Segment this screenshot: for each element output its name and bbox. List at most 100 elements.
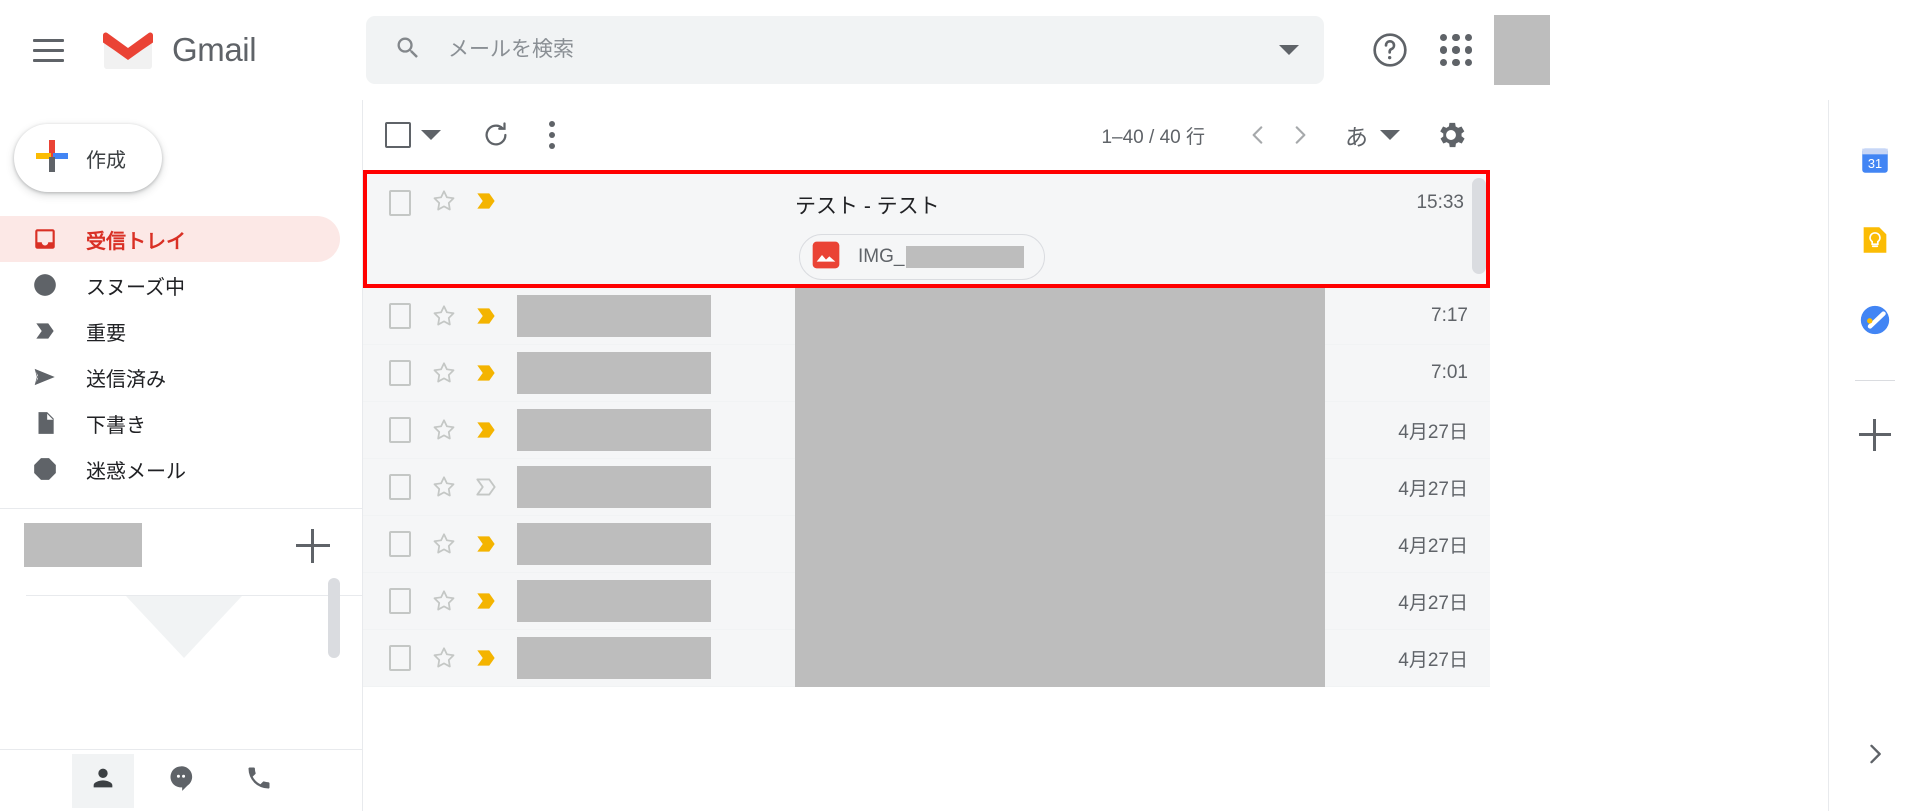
sidebar-item-label: 送信済み bbox=[86, 368, 166, 391]
table-row[interactable]: 4月27日 bbox=[363, 572, 1490, 630]
star-outline-icon[interactable] bbox=[431, 474, 457, 500]
important-chevron-outline-icon[interactable] bbox=[473, 474, 499, 500]
hangouts-tab-chat[interactable] bbox=[150, 754, 212, 808]
compose-button[interactable]: 作成 bbox=[14, 124, 162, 192]
chevron-left-icon[interactable] bbox=[1237, 114, 1279, 156]
google-tasks-icon[interactable] bbox=[1855, 300, 1895, 340]
star-outline-icon[interactable] bbox=[431, 360, 457, 386]
sidebar-item-important[interactable]: 重要 bbox=[0, 308, 340, 354]
star-outline-icon[interactable] bbox=[431, 645, 457, 671]
add-app-plus-icon[interactable] bbox=[1858, 419, 1891, 451]
gear-icon[interactable] bbox=[1434, 118, 1468, 152]
clock-icon bbox=[30, 270, 60, 300]
star-outline-icon[interactable] bbox=[431, 588, 457, 614]
input-tool-label: あ bbox=[1345, 124, 1368, 150]
important-chevron-icon[interactable] bbox=[473, 417, 499, 443]
table-row[interactable]: 4月27日 bbox=[363, 401, 1490, 459]
mail-date: 4月27日 bbox=[1398, 421, 1468, 443]
refresh-icon[interactable] bbox=[481, 120, 511, 150]
featured-row-line: テスト - テスト 15:33 bbox=[367, 174, 1486, 232]
row-checkbox[interactable] bbox=[389, 645, 411, 671]
select-all-checkbox[interactable] bbox=[385, 122, 411, 148]
side-apps-divider bbox=[1854, 380, 1895, 381]
sidebar-item-drafts[interactable]: 下書き bbox=[0, 400, 340, 446]
plus-icon bbox=[14, 136, 72, 181]
row-checkbox[interactable] bbox=[389, 303, 411, 329]
important-chevron-icon[interactable] bbox=[473, 188, 499, 219]
attachment-name: IMG_ bbox=[858, 246, 1025, 268]
mail-date: 7:01 bbox=[1431, 362, 1468, 383]
hangouts-header bbox=[0, 509, 362, 595]
subject-redacted bbox=[795, 458, 1325, 516]
mail-list-scrollbar[interactable] bbox=[1472, 178, 1486, 274]
sender-redacted bbox=[517, 295, 711, 337]
sidebar-item-snoozed[interactable]: スヌーズ中 bbox=[0, 262, 340, 308]
select-all-chevron-down-icon[interactable] bbox=[421, 130, 441, 140]
chevron-right-icon[interactable] bbox=[1279, 114, 1321, 156]
mail-toolbar: 1–40 / 40 行 あ bbox=[363, 100, 1490, 170]
important-chevron-icon[interactable] bbox=[473, 360, 499, 386]
table-row[interactable]: 4月27日 bbox=[363, 629, 1490, 687]
hangouts-tab-contacts[interactable] bbox=[72, 753, 134, 808]
subject-redacted bbox=[795, 572, 1325, 630]
search-bar[interactable] bbox=[366, 16, 1324, 84]
important-chevron-icon[interactable] bbox=[473, 303, 499, 329]
sidebar-item-label: 重要 bbox=[86, 322, 126, 345]
mail-date: 7:17 bbox=[1431, 305, 1468, 326]
subject-redacted bbox=[795, 344, 1325, 402]
sender-redacted bbox=[517, 580, 711, 622]
important-chevron-icon[interactable] bbox=[473, 531, 499, 557]
table-row-featured[interactable]: テスト - テスト 15:33 IMG_ bbox=[363, 170, 1490, 288]
google-calendar-icon[interactable]: 31 bbox=[1855, 140, 1895, 180]
table-row[interactable]: 7:01 bbox=[363, 344, 1490, 402]
more-vertical-icon[interactable] bbox=[547, 121, 557, 149]
star-outline-icon[interactable] bbox=[431, 188, 457, 219]
star-outline-icon[interactable] bbox=[431, 303, 457, 329]
sidebar: 作成 受信トレイ スヌーズ中 重要 送信済み 下書き 迷惑メール bbox=[0, 100, 362, 811]
avatar[interactable] bbox=[1494, 15, 1550, 85]
input-tool-selector[interactable]: あ bbox=[1345, 118, 1400, 152]
hangouts-account-name bbox=[24, 523, 142, 567]
sidebar-item-sent[interactable]: 送信済み bbox=[0, 354, 340, 400]
row-checkbox[interactable] bbox=[389, 588, 411, 614]
sidebar-item-label: 受信トレイ bbox=[86, 230, 186, 253]
row-checkbox[interactable] bbox=[389, 360, 411, 386]
mail-date: 4月27日 bbox=[1398, 649, 1468, 671]
star-outline-icon[interactable] bbox=[431, 417, 457, 443]
table-row[interactable]: 7:17 bbox=[363, 287, 1490, 345]
row-checkbox[interactable] bbox=[389, 417, 411, 443]
mail-list: テスト - テスト 15:33 IMG_ 7:17 7:01 4月27日 4月2… bbox=[363, 170, 1490, 687]
chevron-down-icon[interactable] bbox=[1264, 16, 1314, 84]
hamburger-menu-icon[interactable] bbox=[18, 20, 78, 80]
help-circle-icon[interactable] bbox=[1366, 26, 1414, 74]
hangouts-tabs bbox=[0, 749, 362, 811]
sender-redacted bbox=[517, 523, 711, 565]
person-icon bbox=[89, 764, 117, 797]
attachment-name-redacted bbox=[906, 246, 1025, 268]
mail-date: 4月27日 bbox=[1398, 535, 1468, 557]
search-input[interactable] bbox=[448, 38, 1264, 62]
hangouts-scrollbar[interactable] bbox=[328, 578, 340, 658]
sidebar-item-label: 下書き bbox=[86, 414, 146, 437]
toolbar-right-group: 1–40 / 40 行 あ bbox=[1101, 114, 1476, 156]
important-chevron-icon[interactable] bbox=[473, 645, 499, 671]
expand-panel-chevron-right-icon[interactable] bbox=[1861, 740, 1889, 773]
draft-page-icon bbox=[30, 408, 60, 438]
apps-grid-icon[interactable] bbox=[1432, 26, 1480, 74]
important-chevron-icon bbox=[30, 316, 60, 346]
row-checkbox[interactable] bbox=[389, 190, 411, 216]
google-keep-icon[interactable] bbox=[1855, 220, 1895, 260]
important-chevron-icon[interactable] bbox=[473, 588, 499, 614]
gmail-logo-icon bbox=[102, 29, 154, 71]
sidebar-item-inbox[interactable]: 受信トレイ bbox=[0, 216, 340, 262]
row-checkbox[interactable] bbox=[389, 474, 411, 500]
attachment-chip[interactable]: IMG_ bbox=[799, 234, 1046, 280]
gmail-brand[interactable]: Gmail bbox=[102, 29, 257, 71]
sidebar-item-spam[interactable]: 迷惑メール bbox=[0, 446, 340, 492]
star-outline-icon[interactable] bbox=[431, 531, 457, 557]
hangouts-add-icon[interactable] bbox=[296, 529, 330, 563]
hangouts-tab-calls[interactable] bbox=[228, 754, 290, 808]
table-row[interactable]: 4月27日 bbox=[363, 515, 1490, 573]
table-row[interactable]: 4月27日 bbox=[363, 458, 1490, 516]
row-checkbox[interactable] bbox=[389, 531, 411, 557]
